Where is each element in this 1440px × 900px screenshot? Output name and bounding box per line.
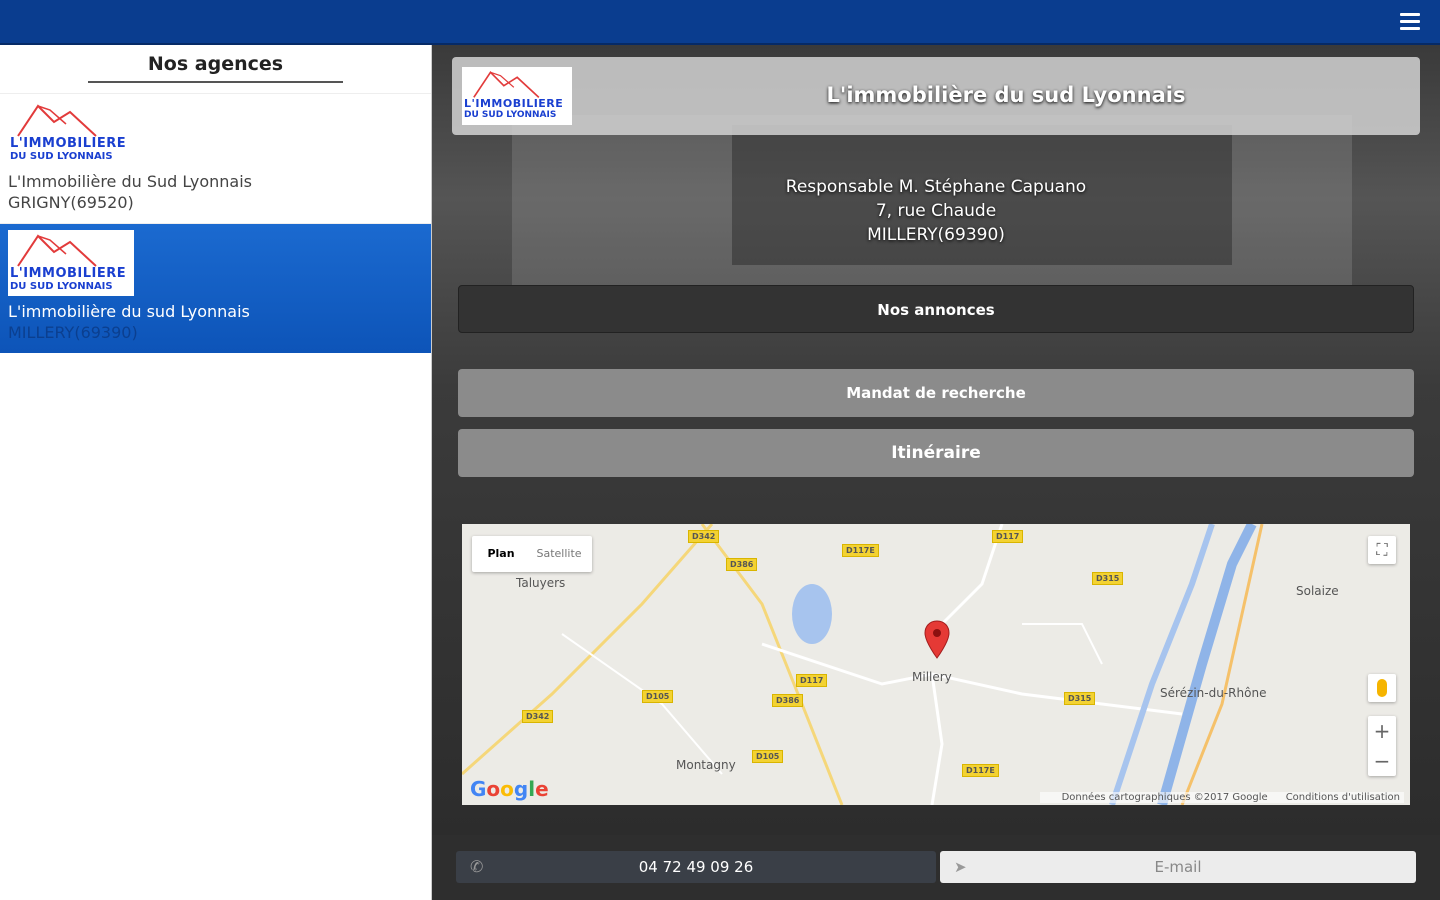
- sidebar-header: Nos agences: [0, 45, 431, 93]
- road-label: D315: [1064, 692, 1096, 705]
- logo-text-line1: L'IMMOBILIERE: [10, 266, 127, 281]
- house-logo-icon: [17, 234, 97, 267]
- map-place-label: Taluyers: [516, 576, 566, 590]
- road-label: D342: [522, 710, 554, 723]
- agency-address: Responsable M. Stéphane Capuano 7, rue C…: [432, 175, 1440, 247]
- road-label: D386: [726, 558, 758, 571]
- agency-name: L'Immobilière du Sud Lyonnais: [8, 172, 252, 191]
- agency-city: MILLERY(69390): [8, 323, 138, 342]
- map-place-label: Millery: [912, 670, 952, 684]
- house-logo-icon: [17, 104, 97, 137]
- agency-item-grigny[interactable]: L'IMMOBILIERE DU SUD LYONNAIS L'Immobili…: [0, 93, 431, 223]
- agency-title: L'immobilière du sud Lyonnais: [826, 83, 1186, 107]
- phone-icon: ✆: [470, 857, 484, 876]
- agency-logo: L'IMMOBILIERE DU SUD LYONNAIS: [8, 230, 134, 296]
- menu-icon[interactable]: [1400, 13, 1420, 31]
- address-manager: Responsable M. Stéphane Capuano: [785, 177, 1087, 197]
- call-button[interactable]: ✆ 04 72 49 09 26: [456, 851, 936, 883]
- email-button[interactable]: ➤ E-mail: [940, 851, 1416, 883]
- map-plan-tab[interactable]: Plan: [472, 536, 530, 572]
- directions-button[interactable]: Itinéraire: [458, 429, 1414, 477]
- map-zoom-control: + −: [1368, 716, 1396, 776]
- road-label: D117: [796, 674, 828, 687]
- location-pin-icon[interactable]: [924, 620, 950, 660]
- address-street: 7, rue Chaude: [875, 201, 997, 221]
- road-label: D105: [642, 690, 674, 703]
- zoom-out-button[interactable]: −: [1368, 746, 1396, 776]
- sidebar-title: Nos agences: [87, 53, 344, 83]
- address-city: MILLERY(69390): [867, 225, 1005, 245]
- agency-item-millery[interactable]: L'IMMOBILIERE DU SUD LYONNAIS L'immobili…: [0, 223, 431, 353]
- map-place-label: Montagny: [676, 758, 736, 772]
- email-label: E-mail: [1154, 858, 1202, 876]
- agency-name: L'immobilière du sud Lyonnais: [8, 302, 250, 321]
- google-logo: Google: [470, 777, 549, 801]
- map-attribution: Données cartographiques ©2017 Google Cond…: [1039, 792, 1404, 803]
- agency-header-card: L'IMMOBILIERE DU SUD LYONNAIS L'immobili…: [452, 57, 1420, 135]
- map-place-label: Solaize: [1296, 584, 1339, 598]
- listings-button[interactable]: Nos annonces: [458, 285, 1414, 333]
- map-type-toggle: Plan Satellite: [472, 536, 592, 572]
- road-label: D105: [752, 750, 784, 763]
- map-roads: [462, 524, 1264, 805]
- send-icon: ➤: [954, 858, 967, 876]
- zoom-in-button[interactable]: +: [1368, 716, 1396, 746]
- logo-text-line2: DU SUD LYONNAIS: [10, 151, 113, 162]
- map-terms-link[interactable]: Conditions d'utilisation: [1286, 792, 1400, 803]
- logo-text-line2: DU SUD LYONNAIS: [10, 281, 113, 292]
- agency-city: GRIGNY(69520): [8, 193, 134, 212]
- road-label: D342: [688, 530, 720, 543]
- fullscreen-icon[interactable]: ⛶: [1368, 536, 1396, 564]
- logo-text-line2: DU SUD LYONNAIS: [464, 110, 557, 120]
- road-label: D117: [992, 530, 1024, 543]
- search-mandate-button[interactable]: Mandat de recherche: [458, 369, 1414, 417]
- road-label: D315: [1092, 572, 1124, 585]
- top-bar: [0, 0, 1440, 45]
- road-label: D386: [772, 694, 804, 707]
- road-label: D117E: [842, 544, 879, 557]
- phone-number: 04 72 49 09 26: [638, 858, 754, 876]
- agency-sidebar: Nos agences L'IMMOBILIERE DU SUD LYONNAI…: [0, 45, 432, 900]
- road-label: D117E: [962, 764, 999, 777]
- map-satellite-tab[interactable]: Satellite: [530, 536, 588, 572]
- location-map[interactable]: Plan Satellite ⛶ Taluyers Millery Montagn…: [462, 524, 1410, 805]
- contact-bar: ✆ 04 72 49 09 26 ➤ E-mail: [432, 835, 1440, 900]
- logo-text-line1: L'IMMOBILIERE: [10, 136, 127, 151]
- street-view-pegman-icon[interactable]: [1368, 674, 1396, 702]
- map-data-credit: Données cartographiques ©2017 Google: [1061, 792, 1268, 803]
- agency-logo: L'IMMOBILIERE DU SUD LYONNAIS: [8, 100, 134, 166]
- agency-detail-panel: L'IMMOBILIERE DU SUD LYONNAIS L'immobili…: [432, 45, 1440, 900]
- map-place-label: Sérézin-du-Rhône: [1160, 686, 1267, 700]
